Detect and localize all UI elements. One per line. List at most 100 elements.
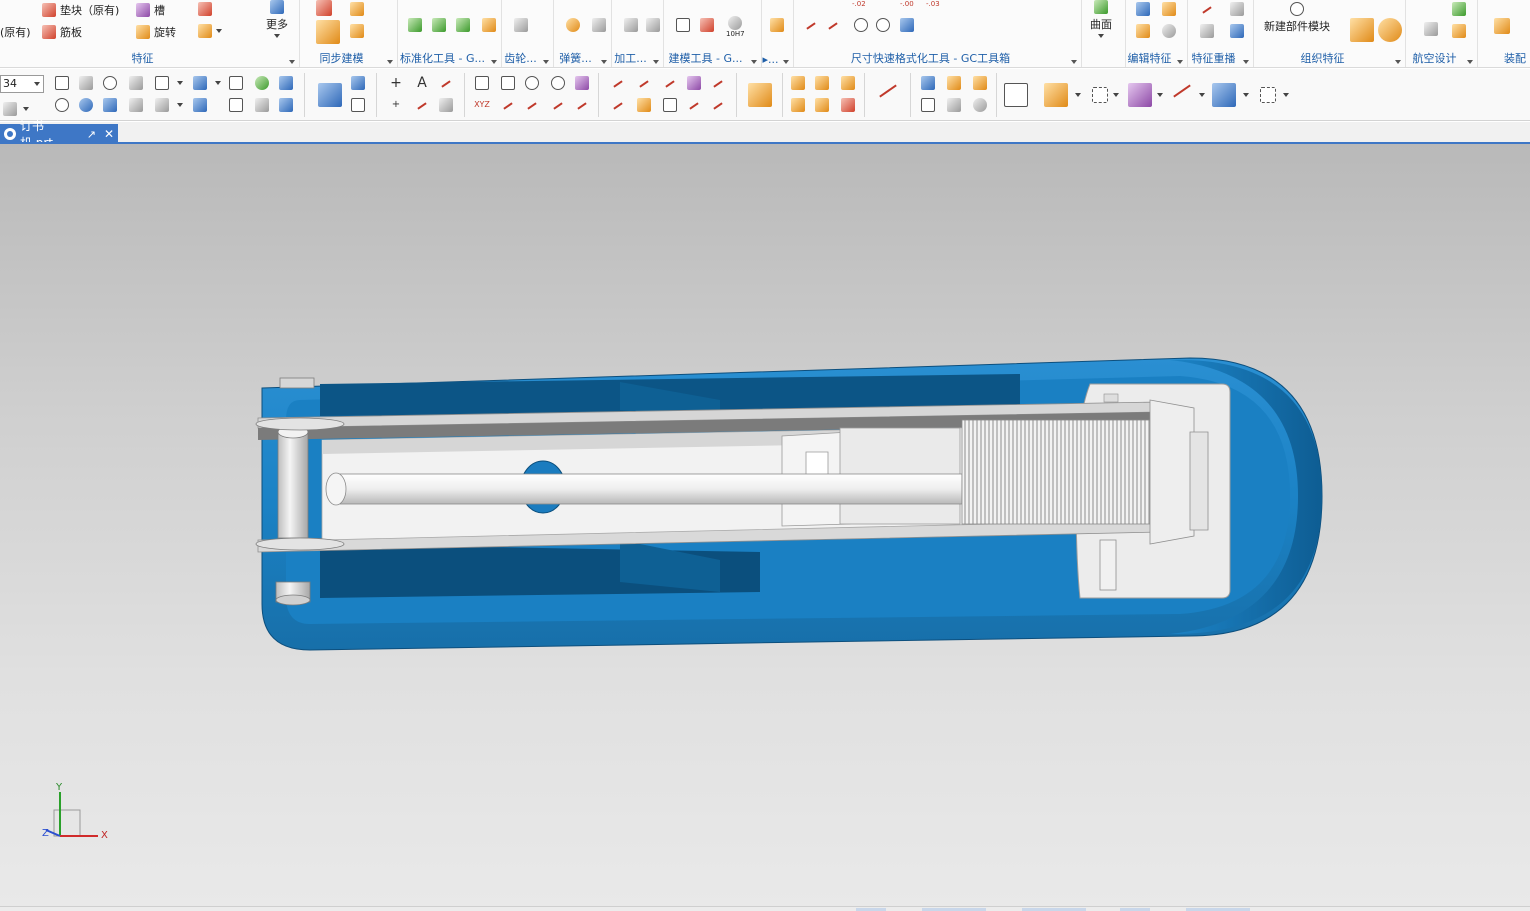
aero-tool-1[interactable] [1424,22,1438,36]
chevron-down-icon[interactable] [1467,60,1473,64]
analysis-tool-2[interactable] [918,95,938,115]
part-tool-1[interactable] [788,73,808,93]
replay-next-button[interactable] [1230,2,1244,16]
close-icon[interactable]: ✕ [104,127,114,141]
clip-button[interactable] [126,95,146,115]
measure-button[interactable] [872,79,904,111]
polygon-button[interactable] [522,73,542,93]
analysis-tool-5[interactable] [970,73,990,93]
sphere-button[interactable] [252,73,272,93]
analysis-tool-3[interactable] [944,73,964,93]
replay-tool-3[interactable] [1200,24,1214,38]
sync-tool-3[interactable] [316,20,340,44]
sync-tool-5[interactable] [350,24,364,38]
curve-tool-1[interactable] [608,73,628,93]
modeling-tool-2[interactable] [700,18,714,32]
block-button[interactable] [314,79,346,111]
chevron-down-icon[interactable] [751,60,757,64]
spring-tool-1[interactable] [566,18,580,32]
curve-tool-7[interactable] [684,73,704,93]
outline-button[interactable] [1000,79,1032,111]
part-tool-6[interactable] [838,95,858,115]
aero-tool-2[interactable] [1452,2,1466,16]
pan-button[interactable] [100,73,120,93]
chevron-down-icon[interactable] [601,60,607,64]
organize-tool-2[interactable] [1378,18,1402,42]
curve-tool-9[interactable] [708,73,728,93]
std-tool-2[interactable] [432,18,446,32]
style-caret[interactable] [170,95,190,115]
feature-existing-item[interactable]: (原有) [0,24,31,40]
analysis-tool-6[interactable] [970,95,990,115]
rib-button[interactable]: 筋板 [42,24,82,40]
chevron-down-icon[interactable] [289,60,295,64]
replay-tool-4[interactable] [1230,24,1244,38]
edit-feature-tool-4[interactable] [1162,24,1176,38]
rotate-button[interactable] [76,95,96,115]
line2-button[interactable] [498,95,518,115]
zoom-window-button[interactable] [76,73,96,93]
select-all-caret[interactable] [1276,85,1296,105]
helix-button[interactable] [436,95,456,115]
arc-button[interactable] [436,73,456,93]
zoom-button[interactable] [52,95,72,115]
section-button[interactable] [100,95,120,115]
chevron-down-icon[interactable] [491,60,497,64]
assembly-view-button[interactable] [744,79,776,111]
select-box-caret[interactable] [1106,85,1126,105]
machining-tool-1[interactable] [624,18,638,32]
style-button[interactable] [152,95,172,115]
chevron-down-icon[interactable] [543,60,549,64]
offset-button[interactable] [572,95,592,115]
layout-caret[interactable] [170,73,190,93]
stapler-model[interactable] [0,144,1530,906]
graphics-viewport[interactable]: Y X Z [0,144,1530,906]
view-caret[interactable] [16,99,36,119]
iso-view-caret[interactable] [208,73,228,93]
chevron-down-icon[interactable] [1071,60,1077,64]
std-tool-4[interactable] [482,18,496,32]
part-tool-5[interactable] [838,73,858,93]
part-tool-3[interactable] [812,73,832,93]
iso-view-button[interactable] [190,73,210,93]
assembly-tool-1[interactable] [1494,18,1510,34]
edit-feature-tool-3[interactable] [1136,24,1150,38]
external-icon[interactable]: ↗ [87,128,96,141]
misc-tool-1[interactable] [770,18,784,32]
curve-tool-4[interactable] [634,95,654,115]
chevron-down-icon[interactable] [1177,60,1183,64]
line-button[interactable] [412,95,432,115]
revolve-button[interactable]: 旋转 [136,24,176,40]
document-tab[interactable]: 订书机.prt ↗ ✕ [0,119,118,150]
curve-tool-2[interactable] [608,95,628,115]
small-cube-button[interactable] [348,73,368,93]
curve-tool-10[interactable] [708,95,728,115]
machining-tool-2[interactable] [646,18,660,32]
circle-button[interactable] [548,73,568,93]
spring-tool-2[interactable] [592,18,606,32]
spline-button[interactable] [548,95,568,115]
dim-tolerance-3[interactable]: -.03 [926,0,940,8]
chevron-down-icon[interactable] [1395,60,1401,64]
feature-extra-1[interactable] [198,2,212,16]
feature-extra-2[interactable] [198,24,222,38]
replay-prev-button[interactable] [1200,2,1214,16]
part-tool-2[interactable] [788,95,808,115]
zoom-combo[interactable]: 34 [0,75,44,93]
dim-tolerance-1[interactable]: -.02 [852,0,866,8]
front-view-button[interactable] [190,95,210,115]
dim-tool-5[interactable] [900,18,914,32]
chevron-down-icon[interactable] [387,60,393,64]
curve-tool-6[interactable] [660,95,680,115]
slot-button[interactable]: 槽 [136,2,165,18]
curve-tool-3[interactable] [634,73,654,93]
sync-tool-4[interactable] [350,2,364,16]
chevron-down-icon[interactable] [653,60,659,64]
chevron-down-icon[interactable] [1243,60,1249,64]
fillet-button[interactable] [522,95,542,115]
surface-button[interactable]: 曲面 [1090,0,1112,38]
dim-tool-4[interactable] [876,18,890,32]
analysis-tool-4[interactable] [944,95,964,115]
sync-tool-1[interactable] [316,0,332,16]
boss-button[interactable]: 垫块（原有) [42,2,119,18]
